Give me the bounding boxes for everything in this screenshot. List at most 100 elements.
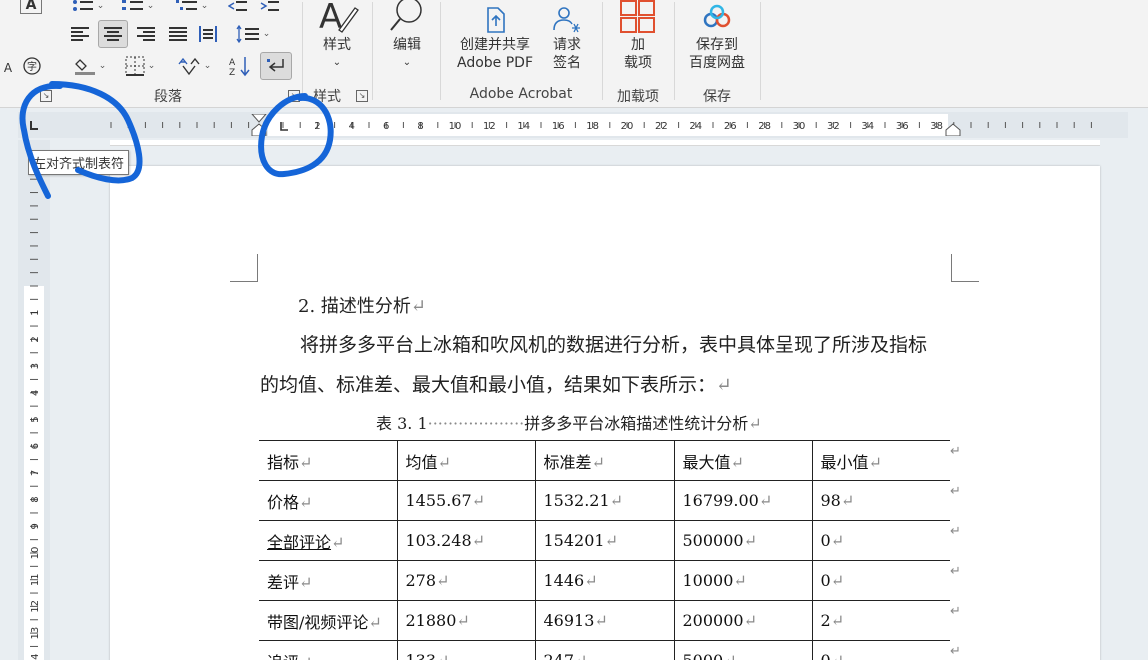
table-cell[interactable]: 500000↵ [673,520,812,561]
separator [302,2,303,100]
body-paragraph-line-1[interactable]: 将拼多多平台上冰箱和吹风机的数据进行分析，表中具体呈现了所涉及指标 [300,330,927,357]
request-signature-button[interactable]: 请求 签名 [544,0,590,72]
table-cell[interactable]: 0↵ [811,560,950,601]
table-cell[interactable]: 价格↵ [259,480,397,521]
table-cell[interactable]: 1446↵ [534,560,674,601]
styles-dialog-launcher[interactable]: ↘ [356,90,368,102]
edit-button[interactable]: 编辑 ⌄ [382,0,432,72]
table-cell[interactable]: 1455.67↵ [396,480,535,521]
ruler-label: 13 [30,627,41,640]
separator [760,2,761,100]
table-cell[interactable]: 103.248↵ [396,520,535,561]
create-adobe-pdf-button[interactable]: 创建并共享 Adobe PDF [450,0,540,72]
table-cell[interactable]: 10000↵ [673,560,812,601]
ruler-label: 26 [724,121,737,132]
table-header-cell[interactable]: 指标↵ [259,440,397,481]
table-cell[interactable]: 0↵ [811,520,950,561]
search-icon [387,0,427,34]
ruler-label: 14 [517,121,530,132]
addins-group-label: 加载项 [617,89,659,105]
row-end-mark: ↵ [950,604,961,619]
sort-icon[interactable]: AZ [228,54,252,78]
separator [440,2,441,100]
ruler-label: 38 [930,121,943,132]
table-cell[interactable]: 5000↵ [673,640,812,660]
ruler-label: 2 [30,336,41,342]
addins-button[interactable]: 加 载项 [612,0,664,72]
svg-text:A: A [319,0,342,34]
ruler-label: 6 [383,121,389,132]
shading-icon[interactable]: ⌄ [68,54,112,78]
statistics-table[interactable]: 指标↵ 均值↵ 标准差↵ 最大值↵ 最小值↵ 价格↵ 1455.67↵ 1532.21↵ 167… [259,440,950,660]
section-heading[interactable]: 2. 描述性分析↵ [298,292,426,318]
table-cell[interactable]: 21880↵ [396,600,535,641]
ribbon: A A 字 ⌄ ⌄ ⌄ ⌄ ⌄ ⌄ ⌄ AZ ↘ 段落 ↘ A 样式 ⌄ 样式 … [0,0,1148,108]
save-to-baidu-button[interactable]: 保存到 百度网盘 [682,0,752,72]
table-row: 价格↵ 1455.67↵ 1532.21↵ 16799.00↵ 98↵ [259,480,950,521]
line-spacing-icon[interactable]: ⌄ [232,22,274,46]
ruler-label: 10 [449,121,462,132]
table-cell[interactable]: 差评↵ [259,560,397,601]
tab-stop-marker [280,122,288,131]
signature-icon [550,0,584,34]
table-cell[interactable]: 247↵ [534,640,674,660]
addins-icon [620,0,656,34]
horizontal-ruler[interactable]: 2 4 6 8 10 12 14 16 18 20 22 24 26 28 30 32 34 36 38 [50,114,1100,136]
table-cell[interactable]: 1532.21↵ [534,480,674,521]
distributed-icon[interactable] [196,22,220,46]
table-cell[interactable]: 带图/视频评论↵ [259,600,397,641]
ruler-label: 20 [621,121,634,132]
highlight-a-icon[interactable]: A [0,56,20,80]
align-center-icon[interactable] [98,20,128,48]
decrease-indent-icon[interactable] [226,0,250,18]
table-cell[interactable]: 133↵ [396,640,535,660]
table-header-cell[interactable]: 最大值↵ [673,440,812,481]
vertical-ruler[interactable]: 1234567891011121314 [22,140,46,660]
table-cell[interactable]: 2↵ [811,600,950,641]
left-indent-marker [251,123,267,136]
svg-text:字: 字 [27,60,37,73]
table-cell[interactable]: 98↵ [811,480,950,521]
increase-indent-icon[interactable] [258,0,282,18]
borders-icon[interactable]: ⌄ [118,54,162,78]
table-cell[interactable]: 全部评论↵ [259,520,397,561]
table-cell[interactable]: 追评↵ [259,640,397,660]
svg-text:A: A [229,58,236,68]
table-cell[interactable]: 278↵ [396,560,535,601]
multilevel-list-icon[interactable]: ⌄ [172,0,212,18]
table-caption[interactable]: 表 3. 1···················拼多多平台冰箱描述性统计分析↵ [376,410,762,434]
align-left-icon[interactable] [68,22,92,46]
table-header-cell[interactable]: 标准差↵ [534,440,674,481]
numbering-icon[interactable]: ⌄ [118,0,158,18]
pdf-share-icon [480,0,510,34]
ruler-label: 2 [314,121,320,132]
font-color-a-icon[interactable]: A [20,0,42,14]
table-row: 全部评论↵ 103.248↵ 154201↵ 500000↵ 0↵ [259,520,950,561]
ruler-label: 34 [861,121,874,132]
asian-layout-icon[interactable]: ⌄ [172,54,216,78]
table-cell[interactable]: 46913↵ [534,600,674,641]
ruler-label: 24 [689,121,702,132]
table-cell[interactable]: 200000↵ [673,600,812,641]
separator [674,2,675,100]
styles-button[interactable]: A 样式 ⌄ [312,0,362,72]
table-cell[interactable]: 0↵ [811,640,950,660]
table-header-cell[interactable]: 最小值↵ [811,440,950,481]
bullets-icon[interactable]: ⌄ [68,0,108,18]
table-cell[interactable]: 154201↵ [534,520,674,561]
ruler-label: 11 [30,573,41,586]
table-cell[interactable]: 16799.00↵ [673,480,812,521]
body-paragraph-line-2[interactable]: 的均值、标准差、最大值和最小值，结果如下表所示：↵ [260,370,732,397]
phonetic-guide-icon[interactable]: 字 [20,54,44,78]
row-end-mark: ↵ [950,524,961,539]
first-line-indent-marker [251,114,267,123]
paragraph-dialog-launcher[interactable]: ↘ [40,90,52,102]
show-formatting-marks-icon[interactable] [260,52,292,80]
align-right-icon[interactable] [134,22,158,46]
adobe-acrobat-group-label: Adobe Acrobat [469,86,573,102]
table-header-cell[interactable]: 均值↵ [396,440,535,481]
ruler-label: 4 [30,390,41,396]
paragraph-group-launcher[interactable]: ↘ [288,90,300,102]
tab-stop-selector[interactable] [26,118,42,134]
justify-icon[interactable] [166,22,190,46]
